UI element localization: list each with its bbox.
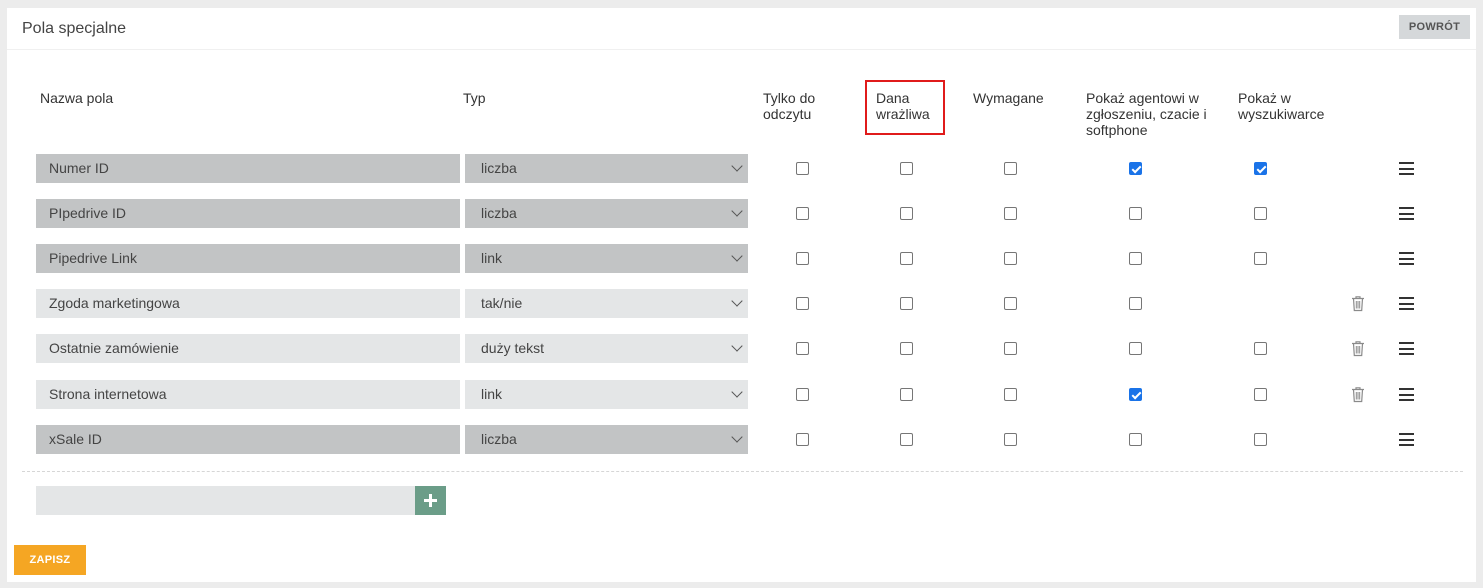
checkbox-required[interactable]	[1004, 297, 1017, 310]
checkbox-show-search[interactable]	[1254, 252, 1267, 265]
checkbox-show-search[interactable]	[1254, 162, 1267, 175]
field-type-value: link	[481, 386, 503, 402]
checkbox-readonly[interactable]	[796, 252, 809, 265]
checkbox-show-agent[interactable]	[1129, 297, 1142, 310]
drag-handle-icon[interactable]	[1399, 252, 1414, 265]
column-header-show-agent: Pokaż agentowi w zgłoszeniu, czacie i so…	[1086, 90, 1207, 138]
table-row: Zgoda marketingowa tak/nie	[7, 289, 1476, 318]
checkbox-show-search[interactable]	[1254, 342, 1267, 355]
checkbox-show-agent[interactable]	[1129, 433, 1142, 446]
checkbox-show-agent[interactable]	[1129, 162, 1142, 175]
field-name[interactable]: Zgoda marketingowa	[36, 289, 460, 318]
checkbox-readonly[interactable]	[796, 388, 809, 401]
highlight-annotation	[865, 80, 945, 135]
chevron-down-icon	[731, 340, 743, 352]
column-header-name: Nazwa pola	[40, 90, 114, 106]
divider	[22, 471, 1463, 472]
save-button[interactable]: ZAPISZ	[14, 545, 86, 575]
chevron-down-icon	[731, 431, 743, 443]
checkbox-sensitive[interactable]	[900, 162, 913, 175]
table-row: PIpedrive ID liczba	[7, 199, 1476, 228]
checkbox-readonly[interactable]	[796, 433, 809, 446]
field-type-select[interactable]: link	[465, 380, 748, 409]
checkbox-required[interactable]	[1004, 207, 1017, 220]
field-type-value: liczba	[481, 431, 517, 447]
field-name: Pipedrive Link	[36, 244, 460, 273]
field-type-value: liczba	[481, 205, 517, 221]
drag-handle-icon[interactable]	[1399, 207, 1414, 220]
trash-icon[interactable]	[1351, 340, 1365, 357]
checkbox-required[interactable]	[1004, 342, 1017, 355]
field-type-select[interactable]: liczba	[465, 154, 748, 183]
back-button[interactable]: POWRÓT	[1399, 15, 1470, 39]
table-row: Numer ID liczba	[7, 154, 1476, 183]
checkbox-show-search[interactable]	[1254, 207, 1267, 220]
field-type-select[interactable]: liczba	[465, 199, 748, 228]
column-header-readonly: Tylko do odczytu	[763, 90, 816, 122]
checkbox-required[interactable]	[1004, 252, 1017, 265]
trash-icon[interactable]	[1351, 295, 1365, 312]
checkbox-sensitive[interactable]	[900, 433, 913, 446]
checkbox-required[interactable]	[1004, 433, 1017, 446]
checkbox-sensitive[interactable]	[900, 342, 913, 355]
column-header-show-search: Pokaż w wyszukiwarce	[1238, 90, 1325, 122]
field-type-value: tak/nie	[481, 295, 523, 311]
chevron-down-icon	[731, 386, 743, 398]
field-type-select[interactable]: tak/nie	[465, 289, 748, 318]
field-name[interactable]: Strona internetowa	[36, 380, 460, 409]
checkbox-show-agent[interactable]	[1129, 388, 1142, 401]
checkbox-show-agent[interactable]	[1129, 342, 1142, 355]
field-type-value: liczba	[481, 160, 517, 176]
add-field-button[interactable]	[415, 486, 446, 515]
chevron-down-icon	[731, 250, 743, 262]
field-type-select[interactable]: link	[465, 244, 748, 273]
page-title: Pola specjalne	[22, 20, 127, 37]
field-name: Numer ID	[36, 154, 460, 183]
field-type-select[interactable]: liczba	[465, 425, 748, 454]
checkbox-show-agent[interactable]	[1129, 252, 1142, 265]
field-name: xSale ID	[36, 425, 460, 454]
chevron-down-icon	[731, 205, 743, 217]
checkbox-show-search[interactable]	[1254, 433, 1267, 446]
checkbox-readonly[interactable]	[796, 342, 809, 355]
table-row: Strona internetowa link	[7, 380, 1476, 409]
checkbox-sensitive[interactable]	[900, 252, 913, 265]
checkbox-readonly[interactable]	[796, 162, 809, 175]
field-type-value: duży tekst	[481, 340, 545, 356]
checkbox-sensitive[interactable]	[900, 388, 913, 401]
checkbox-sensitive[interactable]	[900, 297, 913, 310]
field-name[interactable]: Ostatnie zamówienie	[36, 334, 460, 363]
table-row: Ostatnie zamówienie duży tekst	[7, 334, 1476, 363]
table-row: Pipedrive Link link	[7, 244, 1476, 273]
checkbox-readonly[interactable]	[796, 297, 809, 310]
chevron-down-icon	[731, 295, 743, 307]
checkbox-show-agent[interactable]	[1129, 207, 1142, 220]
checkbox-readonly[interactable]	[796, 207, 809, 220]
column-header-type: Typ	[463, 90, 486, 106]
drag-handle-icon[interactable]	[1399, 433, 1414, 446]
drag-handle-icon[interactable]	[1399, 342, 1414, 355]
column-header-required: Wymagane	[973, 90, 1044, 106]
drag-handle-icon[interactable]	[1399, 297, 1414, 310]
checkbox-sensitive[interactable]	[900, 207, 913, 220]
special-fields-panel: Pola specjalne POWRÓT Nazwa pola Typ Tyl…	[7, 8, 1476, 582]
checkbox-show-search[interactable]	[1254, 388, 1267, 401]
drag-handle-icon[interactable]	[1399, 162, 1414, 175]
table-row: xSale ID liczba	[7, 425, 1476, 454]
field-type-select[interactable]: duży tekst	[465, 334, 748, 363]
panel-header: Pola specjalne POWRÓT	[7, 8, 1476, 50]
chevron-down-icon	[731, 160, 743, 172]
checkbox-required[interactable]	[1004, 162, 1017, 175]
drag-handle-icon[interactable]	[1399, 388, 1414, 401]
trash-icon[interactable]	[1351, 386, 1365, 403]
field-type-value: link	[481, 250, 503, 266]
checkbox-required[interactable]	[1004, 388, 1017, 401]
new-field-input[interactable]	[36, 486, 415, 515]
field-name: PIpedrive ID	[36, 199, 460, 228]
